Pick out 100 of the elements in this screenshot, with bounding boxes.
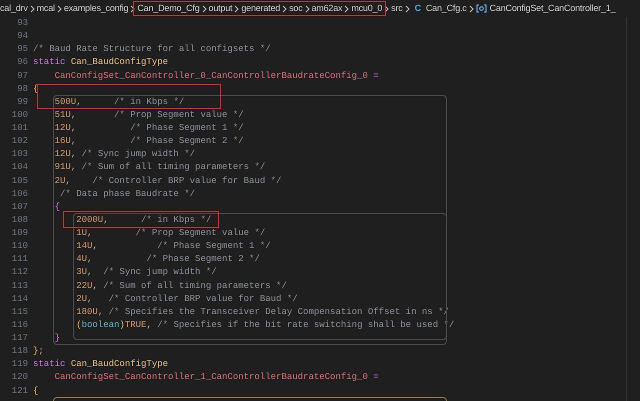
code-text: , (70, 135, 76, 148)
line-number: 104 (10, 161, 28, 174)
chevron-icon (304, 4, 310, 12)
code-number: 12U (54, 148, 71, 162)
code-comment: /* Sync jump width */ (80, 148, 196, 162)
breadcrumb-item[interactable]: CanConfigSet_CanController_1_ (490, 2, 616, 16)
line-number: 110 (10, 240, 28, 254)
code-comment: /* in Kbps */ (141, 214, 212, 227)
line-number: 119 (10, 358, 28, 372)
code-comment: /* Prop Segment value */ (113, 108, 244, 122)
code-keyword: static (33, 56, 66, 70)
breadcrumb-item[interactable]: soc (289, 2, 302, 16)
code-number: 22U (75, 280, 92, 292)
code-comment: /* Baud Rate Structure for all configsets */ (33, 43, 271, 56)
breadcrumb-item[interactable]: cal_drv (0, 2, 28, 16)
code-bracket: { (33, 384, 38, 398)
code-comment: /* Controller BRP value for Baud */ (108, 292, 298, 306)
code-text: , (87, 292, 92, 306)
breadcrumb-item[interactable]: output (208, 2, 232, 16)
code-comment: /* Controller BRP value for Baud */ (91, 174, 282, 188)
code-comment: /* Sum of all timing parameters */ (80, 161, 266, 174)
breadcrumb-item[interactable]: mcu0_0 (351, 2, 382, 16)
code-text: , (76, 96, 82, 109)
line-number: 114 (10, 292, 28, 306)
code-type: boolean (82, 318, 120, 332)
code-text: , (87, 266, 92, 280)
code-number: 12U (54, 122, 71, 135)
code-comment: /* Sync jump width */ (102, 266, 217, 280)
code-keyword: static (33, 358, 66, 372)
code-text: , (65, 174, 71, 188)
code-number: 16U (54, 135, 71, 148)
code-bracket: { (54, 200, 60, 214)
code-text: , (146, 318, 152, 332)
breadcrumb-item[interactable]: mcal (36, 2, 55, 16)
code-operator: = (372, 371, 379, 384)
line-number: 105 (10, 174, 28, 188)
chevron-icon (404, 4, 410, 12)
line-number: 96 (16, 56, 28, 70)
chevron-icon (344, 4, 350, 12)
line-number: 108 (10, 214, 28, 227)
line-number: 112 (10, 266, 28, 280)
code-comment: /* in Kbps */ (113, 96, 184, 109)
code-text: , (70, 148, 76, 162)
code-number: 2000U (75, 214, 104, 227)
code-text: , (70, 122, 76, 135)
code-comment: /* Sum of all timing parameters */ (102, 280, 287, 292)
line-number: 101 (10, 122, 28, 135)
code-text: , (98, 306, 104, 319)
line-number: 106 (10, 188, 28, 201)
breadcrumb-item[interactable]: generated (241, 2, 280, 16)
chevron-icon (282, 4, 288, 12)
symbol-icon (476, 4, 487, 13)
line-number: 100 (10, 108, 28, 122)
line-number: 97 (16, 70, 28, 82)
line-number: 116 (10, 318, 28, 332)
code-text: , (87, 253, 92, 266)
line-number: 111 (10, 253, 28, 266)
line-number: 95 (16, 43, 28, 56)
code-comment: /* Data phase Baudrate */ (59, 188, 196, 201)
line-number: 107 (10, 200, 28, 214)
line-number: 99 (16, 96, 28, 109)
breadcrumb-item[interactable]: am62ax (312, 2, 342, 16)
chevron-icon (384, 4, 390, 12)
code-text: , (87, 227, 92, 240)
code-number: 180U (75, 306, 98, 319)
code-text: , (103, 214, 110, 227)
code-bracket: } (54, 332, 60, 345)
code-bracket: } (33, 345, 38, 358)
chevron-icon (30, 4, 35, 12)
breadcrumb-item[interactable]: Can_Cfg.c (426, 2, 467, 16)
chevron-icon (234, 4, 240, 12)
code-type: Can_BaudConfigType (70, 358, 168, 372)
line-number: 115 (10, 306, 28, 319)
code-identifier: CanConfigSet_CanController_1_CanControllerBaudrateConfig_0 (54, 371, 368, 384)
code-number: 3U (75, 266, 88, 280)
code-number: 1U (75, 227, 88, 240)
line-number: 94 (16, 30, 28, 44)
breadcrumb-item[interactable]: examples_config (64, 2, 128, 16)
code-type: Can_BaudConfigType (70, 56, 168, 70)
breadcrumb-item[interactable]: Can_Demo_Cfg (137, 2, 200, 16)
code-number: 500U (54, 96, 76, 109)
line-number: 120 (10, 371, 28, 384)
line-number: 98 (16, 82, 28, 96)
chevron-icon (56, 4, 62, 12)
code-comment: /* Phase Segment 2 */ (145, 253, 260, 266)
line-number: 117 (10, 332, 28, 345)
chevron-icon (202, 4, 207, 12)
code-text: , (70, 108, 76, 122)
line-number: 102 (10, 135, 28, 148)
line-number: 109 (10, 227, 28, 240)
breadcrumb-item[interactable]: src (391, 2, 403, 16)
code-bracket: ( (75, 318, 82, 332)
line-number: 113 (10, 280, 28, 292)
code-identifier: CanConfigSet_CanController_0_CanControllerBaudrateConfig_0 (54, 70, 368, 82)
line-number: 103 (10, 148, 28, 162)
code-operator: = (372, 70, 379, 82)
code-comment: /* Phase Segment 1 */ (156, 240, 271, 254)
code-text: , (92, 280, 98, 292)
code-comment: /* Phase Segment 1 */ (129, 122, 244, 135)
code-number: 2U (75, 292, 88, 306)
